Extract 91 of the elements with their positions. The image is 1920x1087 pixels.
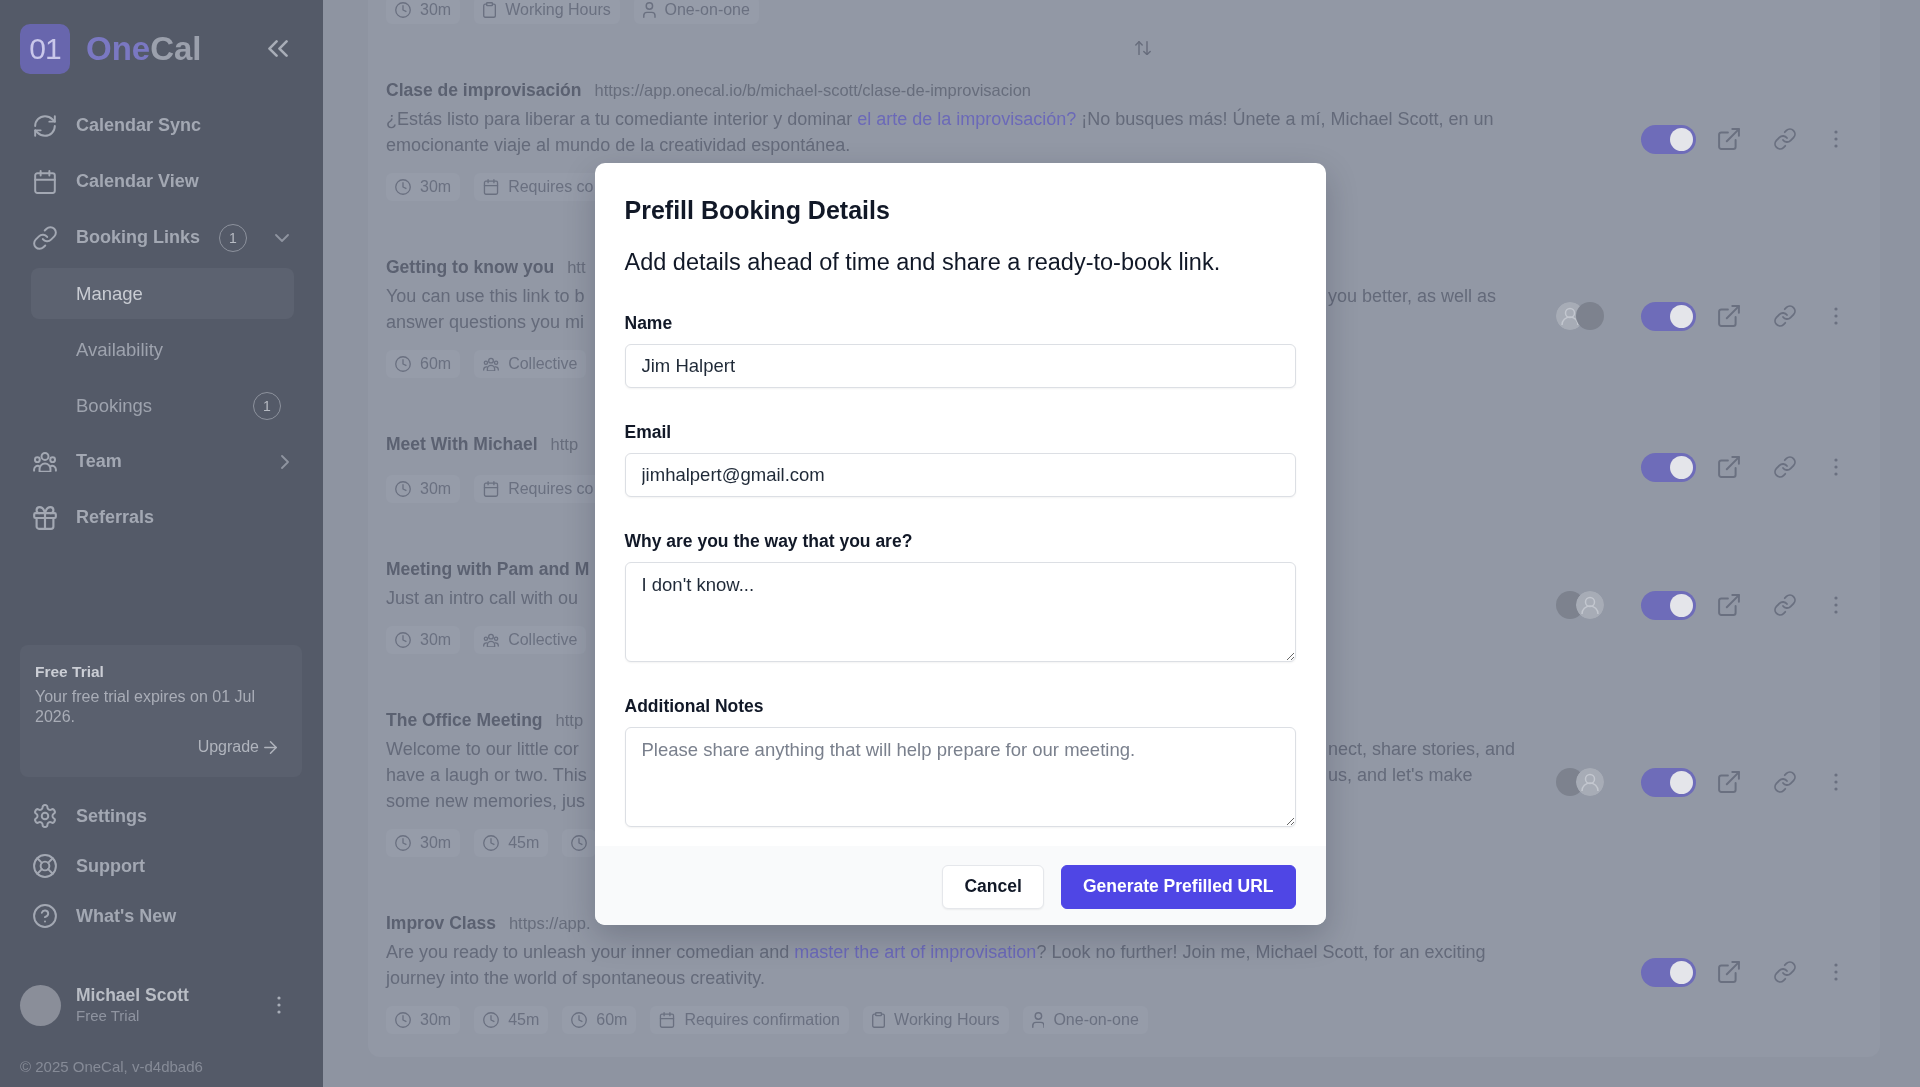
text-input[interactable]: jimhalpert@gmail.com bbox=[624, 452, 1296, 497]
people-icon bbox=[483, 632, 500, 648]
nav-subitem[interactable]: Manage bbox=[31, 268, 294, 319]
clock-icon bbox=[483, 835, 500, 851]
external-link-icon[interactable] bbox=[1718, 128, 1740, 150]
external-link-icon[interactable] bbox=[1718, 771, 1740, 793]
field-label: Email bbox=[624, 420, 673, 443]
dialog-subtitle: Add details ahead of time and share a ready-to-book link. bbox=[624, 247, 1222, 276]
clock-icon bbox=[395, 2, 411, 18]
calendar-icon bbox=[483, 179, 500, 195]
people-icon bbox=[483, 356, 500, 372]
calendar-icon bbox=[33, 169, 57, 194]
external-link-icon[interactable] bbox=[1718, 305, 1740, 327]
nav-item[interactable]: Settings bbox=[31, 791, 294, 841]
collapse-sidebar-icon[interactable] bbox=[268, 40, 288, 58]
up-down-arrows-icon[interactable] bbox=[1135, 41, 1151, 56]
clipboard-icon bbox=[483, 2, 497, 18]
nav-item[interactable]: Calendar Sync bbox=[31, 100, 294, 151]
text-input[interactable]: Jim Halpert bbox=[624, 343, 1296, 388]
trial-title: Free Trial bbox=[35, 662, 105, 682]
external-link-icon[interactable] bbox=[1718, 594, 1740, 616]
text-area[interactable]: I don't know... bbox=[624, 561, 1296, 662]
toggle-switch[interactable] bbox=[1641, 767, 1696, 797]
calendar-icon bbox=[483, 481, 500, 497]
link-icon bbox=[33, 225, 57, 250]
avatar-placeholder-icon bbox=[1576, 591, 1604, 619]
link-icon[interactable] bbox=[1774, 961, 1796, 983]
lifebuoy-icon bbox=[33, 854, 57, 878]
nav-subitem[interactable]: Bookings 1 bbox=[31, 380, 294, 431]
nav-item[interactable]: Referrals bbox=[31, 492, 294, 543]
person-icon bbox=[1031, 1012, 1045, 1028]
text-area[interactable]: Please share anything that will help prepare for our meeting. bbox=[624, 726, 1296, 827]
clock-icon bbox=[395, 481, 411, 497]
brand-name: OneCal bbox=[86, 29, 202, 69]
user-name: Michael Scott bbox=[76, 984, 189, 1006]
chevron-right-icon[interactable] bbox=[281, 454, 289, 469]
trial-text: Your free trial expires on 01 Jul 2026. bbox=[35, 687, 256, 727]
more-options-icon[interactable] bbox=[277, 996, 281, 1014]
link-icon[interactable] bbox=[1774, 456, 1796, 478]
user-plan: Free Trial bbox=[76, 1006, 141, 1026]
more-options-icon[interactable] bbox=[1834, 596, 1838, 614]
external-link-icon[interactable] bbox=[1718, 456, 1740, 478]
more-options-icon[interactable] bbox=[1834, 963, 1838, 981]
more-options-icon[interactable] bbox=[1834, 458, 1838, 476]
nav-subitem[interactable]: Availability bbox=[31, 324, 294, 375]
clock-icon bbox=[395, 356, 411, 372]
toggle-switch[interactable] bbox=[1641, 124, 1696, 154]
link-icon[interactable] bbox=[1774, 594, 1796, 616]
field-label: Name bbox=[624, 311, 674, 334]
settings-icon bbox=[33, 804, 57, 828]
nav-item[interactable]: What's New bbox=[31, 891, 294, 941]
link-icon[interactable] bbox=[1774, 771, 1796, 793]
help-icon bbox=[33, 904, 57, 928]
clock-icon bbox=[483, 1012, 500, 1028]
nav-item[interactable]: Support bbox=[31, 841, 294, 891]
upgrade-link[interactable]: Upgrade bbox=[197, 737, 277, 757]
link-icon[interactable] bbox=[1774, 305, 1796, 327]
gift-icon bbox=[33, 505, 57, 530]
clipboard-icon bbox=[872, 1012, 886, 1028]
clock-icon bbox=[571, 835, 588, 851]
field-label: Additional Notes bbox=[624, 694, 765, 717]
person-icon bbox=[642, 2, 656, 18]
more-options-icon[interactable] bbox=[1834, 307, 1838, 325]
avatar-photo bbox=[20, 984, 61, 1026]
toggle-switch[interactable] bbox=[1641, 301, 1696, 331]
calendar-icon bbox=[659, 1012, 676, 1028]
avatar-placeholder-icon bbox=[1576, 768, 1604, 796]
logo-mark: 01 bbox=[20, 24, 70, 74]
nav-item[interactable]: Team bbox=[31, 436, 294, 487]
chevron-down-icon[interactable] bbox=[275, 233, 289, 242]
clock-icon bbox=[395, 1012, 411, 1028]
link-icon[interactable] bbox=[1774, 128, 1796, 150]
clock-icon bbox=[395, 179, 411, 195]
clock-icon bbox=[395, 632, 411, 648]
avatar-photo bbox=[1576, 302, 1604, 330]
clock-icon bbox=[571, 1012, 588, 1028]
toggle-switch[interactable] bbox=[1641, 957, 1696, 987]
clock-icon bbox=[395, 835, 411, 851]
generate-url-button[interactable]: Generate Prefilled URL bbox=[1060, 864, 1296, 909]
more-options-icon[interactable] bbox=[1834, 130, 1838, 148]
toggle-switch[interactable] bbox=[1641, 590, 1696, 620]
toggle-switch[interactable] bbox=[1641, 452, 1696, 482]
nav-item[interactable]: Booking Links 1 bbox=[31, 212, 294, 263]
people-icon bbox=[33, 450, 57, 473]
dialog-title: Prefill Booking Details bbox=[624, 194, 891, 225]
external-link-icon[interactable] bbox=[1718, 961, 1740, 983]
sync-icon bbox=[33, 113, 57, 138]
nav-item[interactable]: Calendar View bbox=[31, 156, 294, 207]
cancel-button[interactable]: Cancel bbox=[942, 864, 1044, 909]
more-options-icon[interactable] bbox=[1834, 773, 1838, 791]
field-label: Why are you the way that you are? bbox=[624, 529, 914, 552]
